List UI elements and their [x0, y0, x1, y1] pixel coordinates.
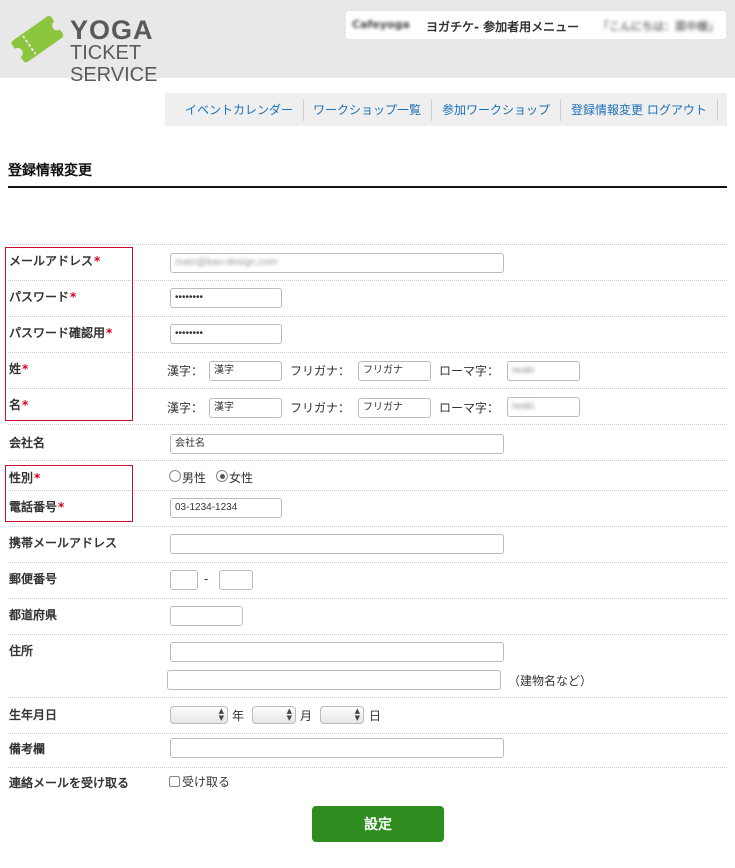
- first-name-kanji-input[interactable]: 漢字: [209, 398, 282, 418]
- nav-separator: [717, 99, 718, 121]
- row-divider: [8, 733, 727, 734]
- address-label: 住所: [9, 644, 34, 658]
- first-name-kanji-label: 漢字：: [167, 401, 204, 415]
- ticket-logo-icon: [11, 15, 64, 63]
- password-label: パスワード*: [9, 290, 77, 304]
- title-divider: [8, 186, 727, 188]
- nav-separator: [560, 99, 561, 121]
- logo[interactable]: YOGA TICKET SERVICE: [8, 12, 228, 86]
- row-divider: [8, 697, 727, 698]
- prefecture-input[interactable]: [170, 606, 243, 626]
- row-divider: [8, 634, 727, 635]
- logo-text-ticket-service: TICKET SERVICE: [70, 42, 158, 86]
- phone-input[interactable]: 03-1234-1234: [170, 498, 282, 518]
- company-input[interactable]: 会社名: [170, 434, 504, 454]
- first-name-romaji-label: ローマ字：: [439, 401, 500, 415]
- nav-profile-logout[interactable]: 登録情報変更 ログアウト: [571, 101, 707, 118]
- nav-separator: [431, 99, 432, 121]
- mail-opt-checkbox-label: 受け取る: [182, 775, 231, 789]
- email-label: メールアドレス*: [9, 254, 101, 268]
- first-name-label: 名*: [9, 398, 29, 412]
- postal-code-first-input[interactable]: [170, 570, 198, 590]
- mobile-email-label: 携帯メールアドレス: [9, 536, 118, 550]
- birthday-label: 生年月日: [9, 708, 58, 722]
- gender-label: 性別*: [9, 471, 41, 485]
- user-info-box: Cafeyoga ヨガチケ- 参加者用メニュー 「こんにちは：菜中様」: [346, 11, 726, 39]
- phone-label: 電話番号*: [9, 500, 65, 514]
- gender-male-radio[interactable]: [169, 470, 181, 482]
- select-arrows-icon: ▲ ▼: [218, 707, 224, 722]
- gender-male-label: 男性: [182, 471, 207, 485]
- gender-female-radio[interactable]: [216, 470, 228, 482]
- email-input[interactable]: main@kau-design.com: [170, 253, 504, 273]
- password-confirm-label: パスワード確認用*: [9, 326, 113, 340]
- mail-opt-label: 連絡メールを受け取る: [9, 776, 130, 790]
- greeting-text: 「こんにちは：菜中様」: [598, 20, 719, 33]
- select-arrows-icon: ▲ ▼: [286, 707, 292, 722]
- user-name: Cafeyoga: [352, 18, 410, 31]
- row-divider: [8, 460, 727, 461]
- address-building-note: （建物名など）: [508, 674, 593, 688]
- remarks-input[interactable]: [170, 738, 504, 758]
- row-divider: [8, 767, 727, 768]
- birth-day-select[interactable]: ▲ ▼: [320, 706, 364, 724]
- month-unit: 月: [300, 709, 313, 723]
- password-input[interactable]: ••••••••: [170, 288, 282, 308]
- nav-event-calendar[interactable]: イベントカレンダー: [185, 101, 293, 118]
- company-label: 会社名: [9, 436, 46, 450]
- year-unit: 年: [232, 709, 245, 723]
- birth-month-select[interactable]: ▲ ▼: [252, 706, 296, 724]
- logo-text-yoga: YOGA: [70, 15, 154, 45]
- address-line2-input[interactable]: [167, 670, 501, 690]
- main-nav: イベントカレンダー ワークショップ一覧 参加ワークショップ 登録情報変更 ログア…: [165, 93, 727, 126]
- birth-year-select[interactable]: ▲ ▼: [170, 706, 228, 724]
- postal-separator: -: [204, 572, 209, 586]
- last-name-romaji-label: ローマ字：: [439, 364, 500, 378]
- address-line1-input[interactable]: [170, 642, 504, 662]
- password-confirm-input[interactable]: ••••••••: [170, 324, 282, 344]
- nav-separator: [303, 99, 304, 121]
- mobile-email-input[interactable]: [170, 534, 504, 554]
- first-name-furigana-label: フリガナ：: [290, 401, 351, 415]
- row-divider: [8, 598, 727, 599]
- last-name-kanji-input[interactable]: 漢字: [209, 361, 282, 381]
- first-name-furigana-input[interactable]: フリガナ: [358, 398, 431, 418]
- page-title: 登録情報変更: [8, 163, 92, 179]
- page-root: YOGA TICKET SERVICE Cafeyoga ヨガチケ- 参加者用メ…: [0, 0, 735, 868]
- postal-code-second-input[interactable]: [219, 570, 253, 590]
- day-unit: 日: [369, 709, 382, 723]
- submit-button[interactable]: 設定: [312, 806, 444, 842]
- remarks-label: 備考欄: [9, 742, 46, 756]
- gender-female-label: 女性: [229, 471, 254, 485]
- mail-opt-checkbox[interactable]: [169, 776, 180, 787]
- row-divider: [8, 526, 727, 527]
- nav-my-workshops[interactable]: 参加ワークショップ: [442, 101, 550, 118]
- menu-title: ヨガチケ- 参加者用メニュー: [426, 20, 580, 34]
- last-name-furigana-input[interactable]: フリガナ: [358, 361, 431, 381]
- last-name-kanji-label: 漢字：: [167, 364, 204, 378]
- select-arrows-icon: ▲ ▼: [354, 707, 360, 722]
- last-name-label: 姓*: [9, 362, 29, 376]
- header-bar: YOGA TICKET SERVICE Cafeyoga ヨガチケ- 参加者用メ…: [0, 0, 735, 86]
- first-name-romaji-input[interactable]: iwaki: [507, 397, 580, 417]
- row-divider: [8, 424, 727, 425]
- postal-label: 郵便番号: [9, 572, 58, 586]
- nav-workshop-list[interactable]: ワークショップ一覧: [313, 101, 421, 118]
- prefecture-label: 都道府県: [9, 608, 58, 622]
- last-name-furigana-label: フリガナ：: [290, 364, 351, 378]
- row-divider: [8, 562, 727, 563]
- last-name-romaji-input[interactable]: iwaki: [507, 361, 580, 381]
- row-divider: [8, 244, 727, 245]
